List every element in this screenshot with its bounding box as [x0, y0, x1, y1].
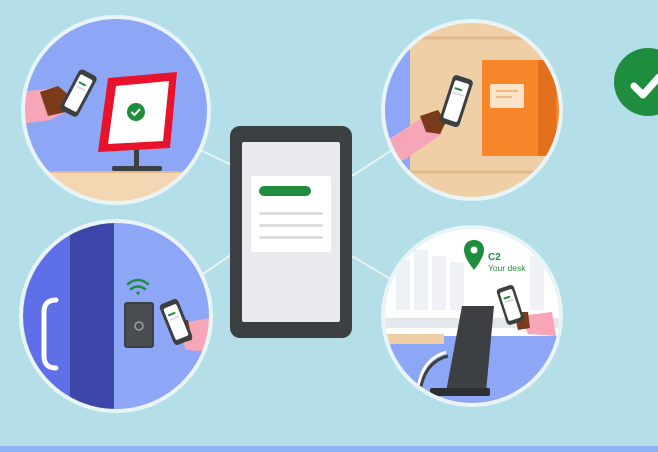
center-phone	[230, 126, 352, 338]
bottom-bar	[0, 446, 658, 452]
illustration: C2 Your desk	[0, 15, 658, 452]
checkmark-icon	[614, 48, 658, 116]
desk-code-label: C2	[488, 252, 501, 263]
desk-caption-label: Your desk	[488, 263, 526, 273]
card-reader	[124, 302, 154, 348]
desk-surface	[384, 334, 444, 344]
kiosk-checkin-scene	[21, 15, 211, 205]
desk-booking-scene: C2 Your desk	[381, 225, 563, 407]
package-scan-scene	[381, 19, 563, 201]
door-access-scene	[19, 219, 213, 413]
